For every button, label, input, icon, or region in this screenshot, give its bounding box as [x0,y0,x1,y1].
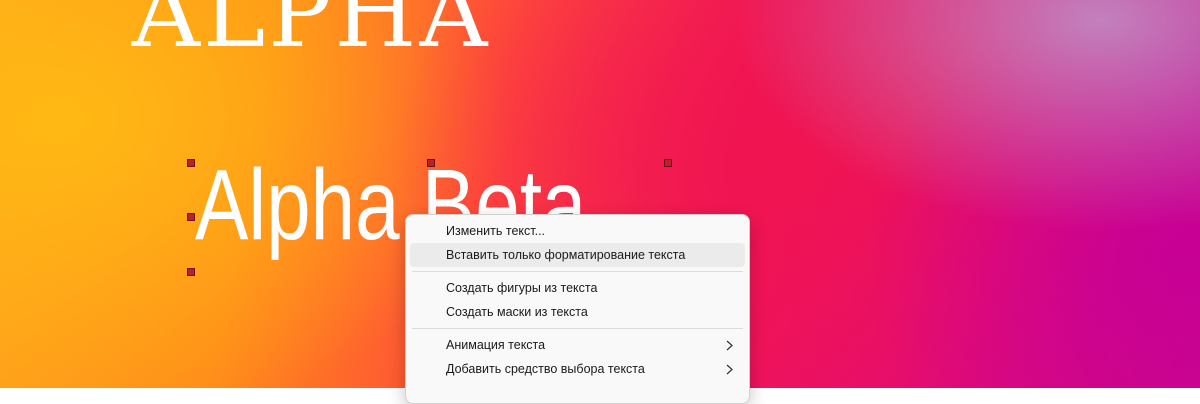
selection-handle-middle-left[interactable] [187,213,195,221]
chevron-right-icon [726,333,733,357]
menu-item-label: Анимация текста [446,338,546,352]
menu-separator [412,271,743,272]
selection-handle-bottom-left[interactable] [187,268,195,276]
menu-item-create-masks-from-text[interactable]: Создать маски из текста [410,300,745,324]
selection-handle-top-left[interactable] [187,159,195,167]
alpha-serif-text-layer[interactable]: ALPHA [132,0,490,62]
menu-item-create-shapes-from-text[interactable]: Создать фигуры из текста [410,276,745,300]
menu-item-label: Добавить средство выбора текста [446,362,645,376]
menu-item-paste-text-formatting-only[interactable]: Вставить только форматирование текста [410,243,745,267]
context-menu: Изменить текст... Вставить только формат… [405,214,750,404]
menu-item-edit-text[interactable]: Изменить текст... [410,219,745,243]
menu-separator [412,328,743,329]
chevron-right-icon [726,357,733,381]
menu-item-add-text-selector[interactable]: Добавить средство выбора текста [410,357,745,381]
selection-handle-top-center[interactable] [427,159,435,167]
selection-handle-top-right[interactable] [664,159,672,167]
menu-item-animate-text[interactable]: Анимация текста [410,333,745,357]
